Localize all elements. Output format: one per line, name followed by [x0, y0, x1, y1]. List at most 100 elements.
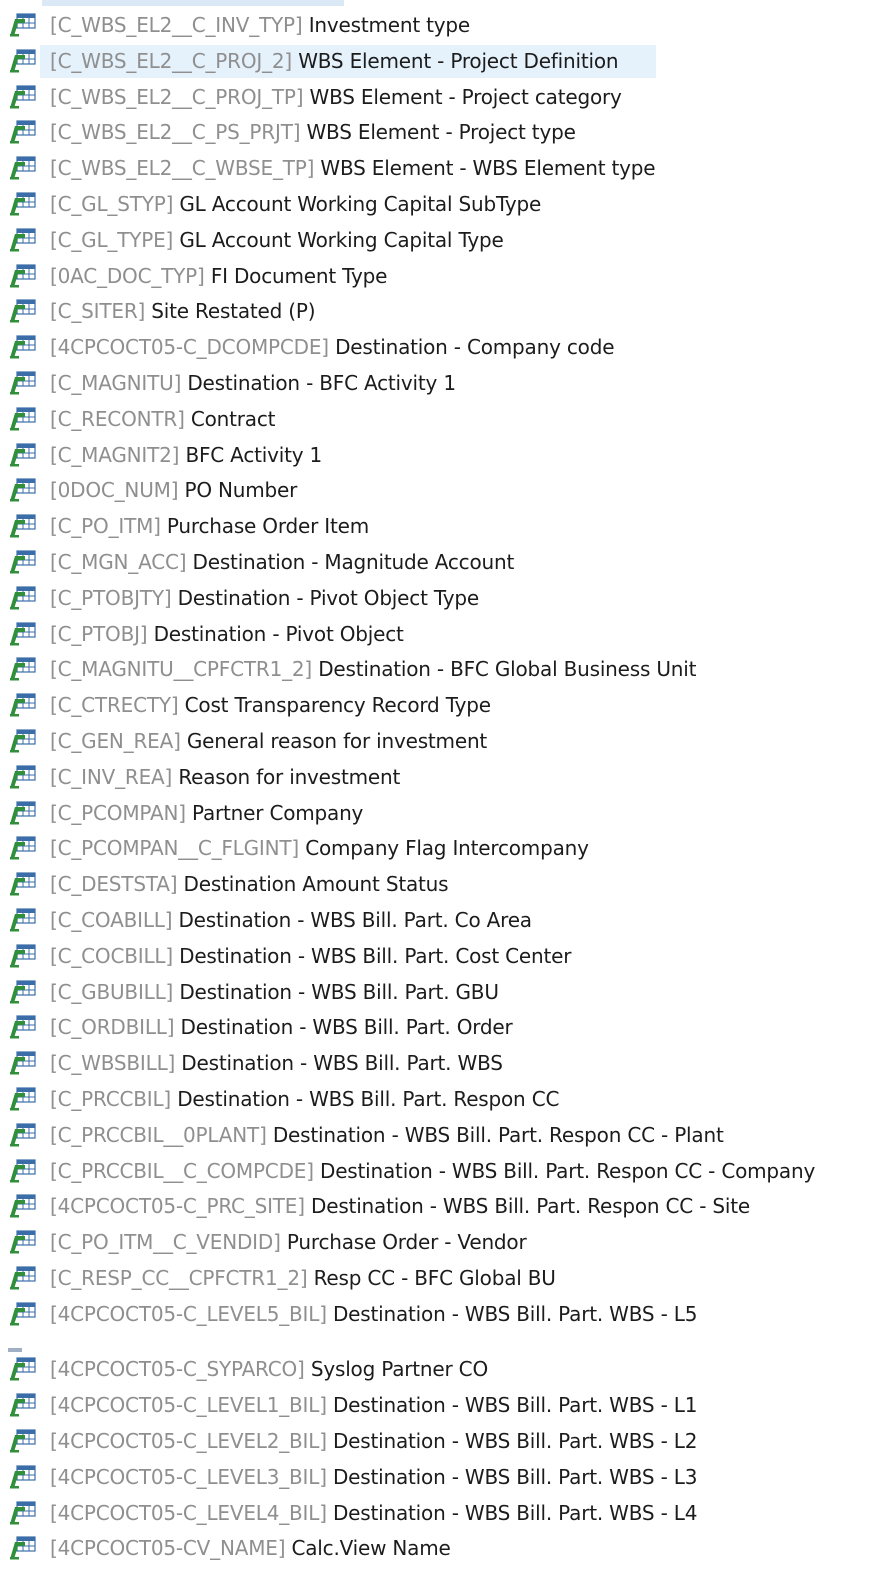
- characteristic-table-icon: [8, 1266, 36, 1290]
- row-label: [C_INV_REA] Reason for investment: [50, 760, 400, 796]
- tree-row[interactable]: [4CPCOCT05-C_DCOMPCDE] Destination - Com…: [0, 330, 888, 366]
- tree-row[interactable]: [C_ORDBILL] Destination - WBS Bill. Part…: [0, 1010, 888, 1046]
- tree-row[interactable]: [C_GEN_REA] General reason for investmen…: [0, 724, 888, 760]
- tree-row[interactable]: [4CPCOCT05-C_LEVEL3_BIL] Destination - W…: [0, 1460, 888, 1496]
- row-label: [C_COABILL] Destination - WBS Bill. Part…: [50, 903, 532, 939]
- description: WBS Element - Project type: [306, 120, 576, 145]
- tree-row[interactable]: [C_PO_ITM] Purchase Order Item: [0, 509, 888, 545]
- characteristic-table-icon: [8, 1536, 36, 1560]
- technical-name: [C_INV_REA]: [50, 764, 173, 789]
- tree-row[interactable]: [C_MAGNITU__CPFCTR1_2] Destination - BFC…: [0, 652, 888, 688]
- tree-row[interactable]: [0DOC_NUM] PO Number: [0, 473, 888, 509]
- tree-row[interactable]: [4CPCOCT05-C_SYPARCO] Syslog Partner CO: [0, 1348, 888, 1388]
- description: BFC Activity 1: [185, 442, 323, 467]
- tree-row[interactable]: [C_PTOBJTY] Destination - Pivot Object T…: [0, 581, 888, 617]
- description: Purchase Order Item: [166, 514, 370, 539]
- tree-row[interactable]: [4CPCOCT05-C_LEVEL4_BIL] Destination - W…: [0, 1496, 888, 1532]
- description: Destination - WBS Bill. Part. Respon CC …: [272, 1122, 724, 1147]
- tree-row[interactable]: [C_WBS_EL2__C_PROJ_2] WBS Element - Proj…: [0, 44, 888, 80]
- tree-row[interactable]: [C_WBS_EL2__C_PS_PRJT] WBS Element - Pro…: [0, 115, 888, 151]
- description: Destination - WBS Bill. Part. GBU: [179, 979, 499, 1004]
- description: Destination - WBS Bill. Part. Cost Cente…: [179, 943, 572, 968]
- description: Investment type: [308, 13, 471, 37]
- row-label: [C_PCOMPAN] Partner Company: [50, 796, 363, 832]
- technical-name: [0AC_DOC_TYP]: [50, 263, 205, 288]
- characteristic-table-icon: [8, 1051, 36, 1075]
- tree-row[interactable]: [C_GBUBILL] Destination - WBS Bill. Part…: [0, 975, 888, 1011]
- description: Cost Transparency Record Type: [184, 693, 491, 718]
- tree-row[interactable]: [C_PCOMPAN__C_FLGINT] Company Flag Inter…: [0, 831, 888, 867]
- technical-name: [C_COABILL]: [50, 907, 173, 932]
- tree-row[interactable]: [C_INV_REA] Reason for investment: [0, 760, 888, 796]
- tree-row[interactable]: [0AC_DOC_TYP] FI Document Type: [0, 259, 888, 295]
- tree-row[interactable]: [C_DESTSTA] Destination Amount Status: [0, 867, 888, 903]
- tree-row[interactable]: [C_WBS_EL2__C_WBSE_TP] WBS Element - WBS…: [0, 151, 888, 187]
- tree-row[interactable]: [C_GL_STYP] GL Account Working Capital S…: [0, 187, 888, 223]
- tree-row[interactable]: [C_PCOMPAN] Partner Company: [0, 796, 888, 832]
- row-label: [4CPCOCT05-C_DCOMPCDE] Destination - Com…: [50, 330, 615, 366]
- characteristic-table-icon: [8, 1123, 36, 1147]
- description: GL Account Working Capital Type: [179, 227, 504, 252]
- row-label: [4CPCOCT05-C_LEVEL1_BIL] Destination - W…: [50, 1388, 697, 1424]
- tree-row[interactable]: [C_MAGNITU] Destination - BFC Activity 1: [0, 366, 888, 402]
- tree-row[interactable]: [4CPCOCT05-CV_NAME] Calc.View Name: [0, 1531, 888, 1567]
- tree-row[interactable]: [C_PTOBJ] Destination - Pivot Object: [0, 617, 888, 653]
- tree-row[interactable]: [C_MGN_ACC] Destination - Magnitude Acco…: [0, 545, 888, 581]
- description: GL Account Working Capital SubType: [179, 191, 542, 216]
- tree-row[interactable]: [C_WBS_EL2__C_INV_TYP] Investment type: [0, 8, 888, 44]
- tree-row[interactable]: [C_SITER] Site Restated (P): [0, 294, 888, 330]
- tree-row[interactable]: [C_GL_TYPE] GL Account Working Capital T…: [0, 223, 888, 259]
- description: Site Restated (P): [151, 299, 316, 324]
- tree-row[interactable]: [4CPCOCT05-C_PRC_SITE] Destination - WBS…: [0, 1189, 888, 1225]
- tree-row[interactable]: [C_PRCCBIL__0PLANT] Destination - WBS Bi…: [0, 1118, 888, 1154]
- tree-row[interactable]: [C_MAGNIT2] BFC Activity 1: [0, 438, 888, 474]
- description: PO Number: [184, 478, 298, 503]
- tree-row[interactable]: [C_RECONTR] Contract: [0, 402, 888, 438]
- characteristic-table-icon: [8, 729, 36, 753]
- row-label: [C_ORDBILL] Destination - WBS Bill. Part…: [50, 1010, 513, 1046]
- tree-row[interactable]: [4CPCOCT05-C_LEVEL1_BIL] Destination - W…: [0, 1388, 888, 1424]
- row-label: [C_GBUBILL] Destination - WBS Bill. Part…: [50, 975, 499, 1011]
- technical-name: [4CPCOCT05-C_SYPARCO]: [50, 1357, 305, 1382]
- tree-row[interactable]: [C_COCBILL] Destination - WBS Bill. Part…: [0, 939, 888, 975]
- row-label: [C_DESTSTA] Destination Amount Status: [50, 867, 449, 903]
- tree-row[interactable]: [C_PO_ITM__C_VENDID] Purchase Order - Ve…: [0, 1225, 888, 1261]
- row-label: [C_SITER] Site Restated (P): [50, 294, 316, 330]
- tree-row[interactable]: [C_COABILL] Destination - WBS Bill. Part…: [0, 903, 888, 939]
- row-label: [C_MAGNITU] Destination - BFC Activity 1: [50, 366, 456, 402]
- row-label: [C_WBSBILL] Destination - WBS Bill. Part…: [50, 1046, 503, 1082]
- tree-row[interactable]: [4CPCOCT05-C_LEVEL2_BIL] Destination - W…: [0, 1424, 888, 1460]
- row-label: [C_WBS_EL2__C_PS_PRJT] WBS Element - Pro…: [50, 115, 576, 151]
- tree-row[interactable]: [C_WBS_EL2__C_PROJ_TP] WBS Element - Pro…: [0, 80, 888, 116]
- characteristic-table-icon: [8, 1501, 36, 1525]
- technical-name: [C_PRCCBIL__C_COMPCDE]: [50, 1158, 314, 1183]
- characteristic-table-icon: [8, 586, 36, 610]
- characteristic-table-icon: [8, 478, 36, 502]
- row-label: [C_RESP_CC__CPFCTR1_2] Resp CC - BFC Glo…: [50, 1261, 556, 1297]
- characteristics-tree-list: [C_WBS_EL2__C_INV_TYP] Investment type [C…: [0, 8, 888, 1567]
- technical-name: [C_GEN_REA]: [50, 728, 181, 753]
- characteristic-table-icon: [8, 1194, 36, 1218]
- tree-row[interactable]: [C_PRCCBIL__C_COMPCDE] Destination - WBS…: [0, 1154, 888, 1190]
- tree-row[interactable]: [C_RESP_CC__CPFCTR1_2] Resp CC - BFC Glo…: [0, 1261, 888, 1297]
- characteristic-table-icon: [8, 1015, 36, 1039]
- characteristic-table-icon: [8, 800, 36, 825]
- row-label: [4CPCOCT05-C_LEVEL4_BIL] Destination - W…: [50, 1496, 697, 1532]
- technical-name: [C_MAGNITU__CPFCTR1_2]: [50, 657, 313, 682]
- characteristic-table-icon: [8, 550, 36, 574]
- description: FI Document Type: [210, 263, 388, 288]
- description: Destination - WBS Bill. Part. Respon CC …: [320, 1158, 816, 1183]
- row-label: [C_PRCCBIL__C_COMPCDE] Destination - WBS…: [50, 1154, 815, 1190]
- tree-row[interactable]: [4CPCOCT05-C_LEVEL5_BIL] Destination - W…: [0, 1297, 888, 1333]
- row-label: [C_WBS_EL2__C_INV_TYP] Investment type: [50, 8, 470, 44]
- technical-name: [C_RECONTR]: [50, 406, 185, 431]
- row-label: [C_WBS_EL2__C_PROJ_2] WBS Element - Proj…: [50, 44, 619, 80]
- description: General reason for investment: [186, 728, 488, 753]
- tree-row[interactable]: [C_WBSBILL] Destination - WBS Bill. Part…: [0, 1046, 888, 1082]
- characteristic-table-icon: [8, 872, 36, 896]
- characteristic-table-icon: [8, 299, 36, 323]
- tree-row[interactable]: [C_CTRECTY] Cost Transparency Record Typ…: [0, 688, 888, 724]
- tree-row[interactable]: [C_PRCCBIL] Destination - WBS Bill. Part…: [0, 1082, 888, 1118]
- technical-name: [C_WBS_EL2__C_INV_TYP]: [50, 13, 303, 37]
- description: Destination - BFC Global Business Unit: [318, 657, 697, 682]
